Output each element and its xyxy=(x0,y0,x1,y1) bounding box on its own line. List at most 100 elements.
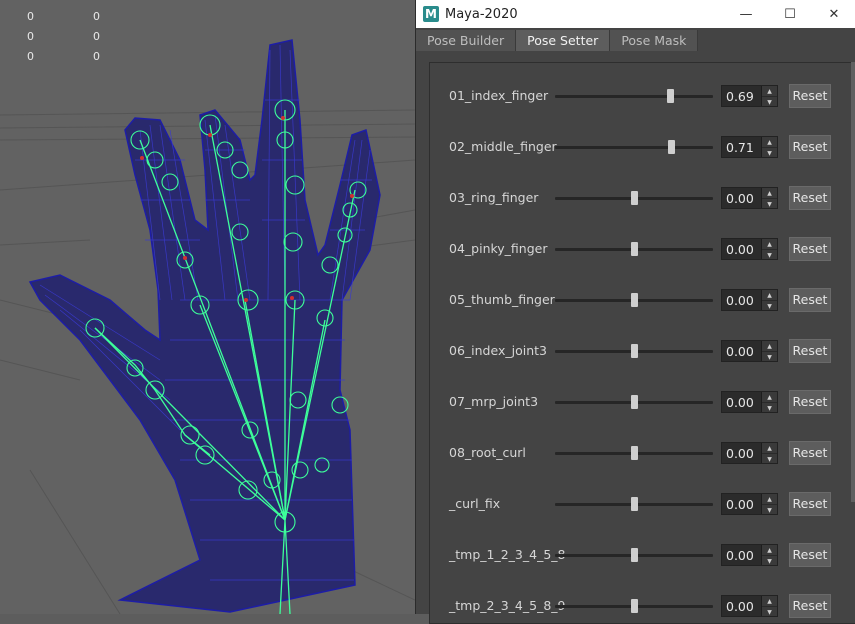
tab-pose-mask[interactable]: Pose Mask xyxy=(610,30,699,51)
pose-label: _tmp_1_2_3_4_5_8 xyxy=(449,547,566,562)
decrement-arrow-icon[interactable]: ▼ xyxy=(762,352,777,362)
value-spinbox[interactable]: 0.00 ▲ ▼ xyxy=(721,391,778,413)
decrement-arrow-icon[interactable]: ▼ xyxy=(762,403,777,413)
minimize-button[interactable]: — xyxy=(724,0,768,28)
hud-row: 00 xyxy=(0,30,100,50)
spin-arrows: ▲ ▼ xyxy=(761,443,777,463)
value-text[interactable]: 0.00 xyxy=(726,191,754,206)
slider-handle[interactable] xyxy=(668,140,676,154)
decrement-arrow-icon[interactable]: ▼ xyxy=(762,250,777,260)
hud-row: 00 xyxy=(0,10,100,30)
value-text[interactable]: 0.00 xyxy=(726,548,754,563)
reset-button[interactable]: Reset xyxy=(789,492,831,516)
hud-value: 0 xyxy=(27,30,34,43)
maximize-button[interactable]: ☐ xyxy=(768,0,812,28)
pose-slider[interactable] xyxy=(555,446,713,460)
spin-arrows: ▲ ▼ xyxy=(761,596,777,616)
increment-arrow-icon[interactable]: ▲ xyxy=(762,545,777,556)
spin-arrows: ▲ ▼ xyxy=(761,290,777,310)
value-spinbox[interactable]: 0.00 ▲ ▼ xyxy=(721,493,778,515)
increment-arrow-icon[interactable]: ▲ xyxy=(762,596,777,607)
value-spinbox[interactable]: 0.71 ▲ ▼ xyxy=(721,136,778,158)
increment-arrow-icon[interactable]: ▲ xyxy=(762,290,777,301)
pose-slider[interactable] xyxy=(555,497,713,511)
reset-button[interactable]: Reset xyxy=(789,543,831,567)
value-text[interactable]: 0.00 xyxy=(726,293,754,308)
slider-handle[interactable] xyxy=(631,497,638,511)
title-bar[interactable]: M Maya-2020 — ☐ ✕ xyxy=(416,0,855,28)
slider-handle[interactable] xyxy=(631,395,638,409)
value-spinbox[interactable]: 0.00 ▲ ▼ xyxy=(721,187,778,209)
pose-row: _curl_fix 0.00 ▲ ▼ Reset xyxy=(430,492,855,516)
hand-rig-wireframe[interactable] xyxy=(0,0,415,614)
pose-slider[interactable] xyxy=(555,293,713,307)
pose-tool-window: M Maya-2020 — ☐ ✕ Pose Builder Pose Sett… xyxy=(415,0,855,624)
pose-slider[interactable] xyxy=(555,242,713,256)
slider-handle[interactable] xyxy=(631,191,638,205)
reset-button[interactable]: Reset xyxy=(789,390,831,414)
increment-arrow-icon[interactable]: ▲ xyxy=(762,392,777,403)
decrement-arrow-icon[interactable]: ▼ xyxy=(762,301,777,311)
increment-arrow-icon[interactable]: ▲ xyxy=(762,239,777,250)
reset-button[interactable]: Reset xyxy=(789,237,831,261)
increment-arrow-icon[interactable]: ▲ xyxy=(762,188,777,199)
reset-button[interactable]: Reset xyxy=(789,135,831,159)
value-text[interactable]: 0.69 xyxy=(726,89,754,104)
pose-slider[interactable] xyxy=(555,344,713,358)
slider-handle[interactable] xyxy=(631,446,638,460)
value-text[interactable]: 0.71 xyxy=(726,140,754,155)
pose-slider[interactable] xyxy=(555,395,713,409)
slider-handle[interactable] xyxy=(631,599,638,613)
increment-arrow-icon[interactable]: ▲ xyxy=(762,86,777,97)
decrement-arrow-icon[interactable]: ▼ xyxy=(762,505,777,515)
slider-handle[interactable] xyxy=(631,293,638,307)
slider-handle[interactable] xyxy=(631,548,638,562)
value-text[interactable]: 0.00 xyxy=(726,395,754,410)
reset-button[interactable]: Reset xyxy=(789,594,831,618)
hud-value: 0 xyxy=(27,50,34,63)
pose-slider[interactable] xyxy=(555,548,713,562)
decrement-arrow-icon[interactable]: ▼ xyxy=(762,97,777,107)
reset-button[interactable]: Reset xyxy=(789,186,831,210)
panel-scrollbar[interactable] xyxy=(851,62,855,502)
increment-arrow-icon[interactable]: ▲ xyxy=(762,443,777,454)
pose-slider[interactable] xyxy=(555,191,713,205)
slider-handle[interactable] xyxy=(631,242,638,256)
increment-arrow-icon[interactable]: ▲ xyxy=(762,341,777,352)
pose-row: 01_index_finger 0.69 ▲ ▼ Reset xyxy=(430,84,855,108)
decrement-arrow-icon[interactable]: ▼ xyxy=(762,607,777,617)
decrement-arrow-icon[interactable]: ▼ xyxy=(762,199,777,209)
maya-viewport[interactable]: 00 00 00 00 xyxy=(0,0,415,614)
tab-pose-builder[interactable]: Pose Builder xyxy=(416,30,517,51)
increment-arrow-icon[interactable]: ▲ xyxy=(762,137,777,148)
value-spinbox[interactable]: 0.00 ▲ ▼ xyxy=(721,544,778,566)
slider-handle[interactable] xyxy=(667,89,675,103)
pose-label: _curl_fix xyxy=(449,496,501,511)
reset-button[interactable]: Reset xyxy=(789,339,831,363)
value-spinbox[interactable]: 0.00 ▲ ▼ xyxy=(721,289,778,311)
pose-slider[interactable] xyxy=(555,599,713,613)
pose-row: _tmp_2_3_4_5_8_9 0.00 ▲ ▼ Reset xyxy=(430,594,855,618)
value-text[interactable]: 0.00 xyxy=(726,242,754,257)
value-spinbox[interactable]: 0.00 ▲ ▼ xyxy=(721,442,778,464)
increment-arrow-icon[interactable]: ▲ xyxy=(762,494,777,505)
value-text[interactable]: 0.00 xyxy=(726,599,754,614)
hud-value: 0 xyxy=(93,30,100,43)
pose-slider[interactable] xyxy=(555,140,713,154)
value-text[interactable]: 0.00 xyxy=(726,497,754,512)
decrement-arrow-icon[interactable]: ▼ xyxy=(762,148,777,158)
reset-button[interactable]: Reset xyxy=(789,84,831,108)
tab-pose-setter[interactable]: Pose Setter xyxy=(516,30,611,51)
reset-button[interactable]: Reset xyxy=(789,288,831,312)
decrement-arrow-icon[interactable]: ▼ xyxy=(762,556,777,566)
reset-button[interactable]: Reset xyxy=(789,441,831,465)
value-text[interactable]: 0.00 xyxy=(726,344,754,359)
slider-handle[interactable] xyxy=(631,344,638,358)
decrement-arrow-icon[interactable]: ▼ xyxy=(762,454,777,464)
value-spinbox[interactable]: 0.69 ▲ ▼ xyxy=(721,85,778,107)
pose-slider[interactable] xyxy=(555,89,713,103)
value-spinbox[interactable]: 0.00 ▲ ▼ xyxy=(721,340,778,362)
value-text[interactable]: 0.00 xyxy=(726,446,754,461)
close-button[interactable]: ✕ xyxy=(812,0,855,28)
value-spinbox[interactable]: 0.00 ▲ ▼ xyxy=(721,238,778,260)
